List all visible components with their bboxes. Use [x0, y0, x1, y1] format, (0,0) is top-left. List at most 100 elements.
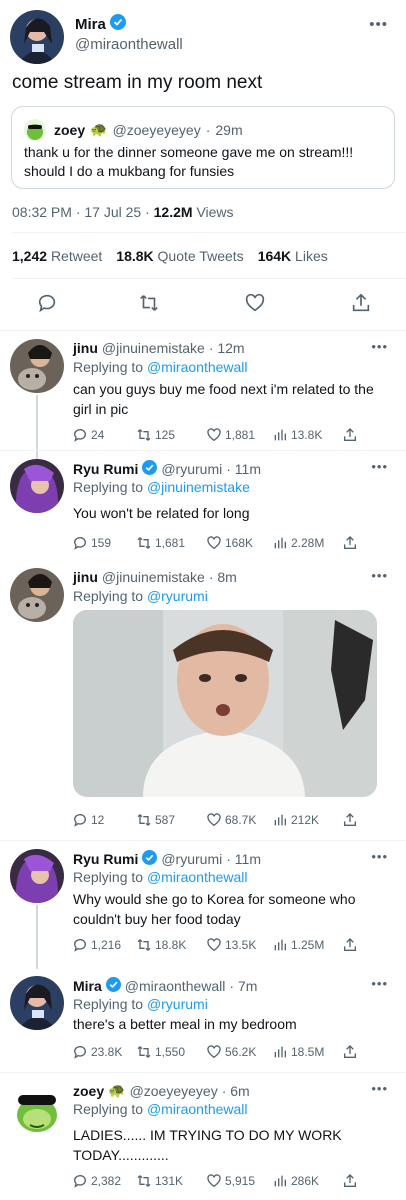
replying-to-link[interactable]: @miraonthewall	[147, 1101, 248, 1117]
handle[interactable]: @zoeyeyeyey	[130, 1083, 218, 1099]
quoted-display-name: zoey	[54, 121, 86, 138]
divider	[12, 232, 406, 233]
turtle-emoji-icon: 🐢	[108, 1082, 126, 1098]
reply-button[interactable]: 1,216	[72, 937, 121, 953]
avatar[interactable]	[10, 339, 64, 393]
handle[interactable]: @ryurumi	[161, 851, 222, 867]
retweet-button[interactable]: 1,550	[136, 1044, 185, 1060]
views-button[interactable]: 1.25M	[272, 937, 324, 953]
like-button[interactable]: 168K	[206, 535, 253, 551]
reply-tweet[interactable]: Ryu Rumi @ryurumi · 11m ••• Replying to …	[0, 840, 406, 969]
more-options-icon[interactable]: •••	[371, 568, 388, 583]
timestamp: 08:32 PM · 17 Jul 25 ·	[12, 204, 154, 220]
verified-badge-icon	[142, 850, 158, 868]
replying-to-link[interactable]: @jinuinemistake	[147, 479, 250, 495]
display-name[interactable]: jinu	[73, 569, 98, 585]
share-icon[interactable]	[342, 1044, 358, 1060]
retweet-button[interactable]: 18.8K	[136, 937, 186, 953]
media-image[interactable]	[73, 610, 377, 797]
more-options-icon[interactable]: •••	[371, 459, 388, 474]
reply-button[interactable]: 12	[72, 812, 104, 828]
time: · 12m	[208, 340, 245, 356]
views-button[interactable]: 2.28M	[272, 535, 324, 551]
retweet-button[interactable]: 131K	[136, 1173, 183, 1189]
share-icon[interactable]	[342, 1173, 358, 1189]
reply-icon[interactable]	[36, 292, 58, 314]
more-options-icon[interactable]: •••	[371, 339, 388, 354]
avatar[interactable]	[10, 10, 64, 64]
display-name[interactable]: Ryu Rumi	[73, 461, 138, 477]
reply-button[interactable]: 24	[72, 427, 104, 443]
share-icon[interactable]	[342, 535, 358, 551]
reply-actions: 2,382 131K 5,915 286K	[72, 1173, 372, 1191]
handle[interactable]: @jinuinemistake	[102, 569, 205, 585]
thread-line	[36, 905, 38, 969]
reply-tweet[interactable]: zoey 🐢 @zoeyeyeyey · 6m ••• Replying to …	[0, 1072, 406, 1200]
thread-line	[36, 451, 38, 459]
tweet-meta: 08:32 PM · 17 Jul 25 · 12.2M Views	[12, 204, 234, 220]
reply-text: LADIES...... IM TRYING TO DO MY WORK TOD…	[73, 1127, 342, 1163]
like-button[interactable]: 1,881	[206, 427, 255, 443]
reply-button[interactable]: 23.8K	[72, 1044, 122, 1060]
quote-stat[interactable]: 18.8K Quote Tweets	[116, 248, 243, 264]
share-icon[interactable]	[342, 427, 358, 443]
reply-tweet[interactable]: jinu @jinuinemistake · 12m ••• Replying …	[0, 330, 406, 451]
avatar[interactable]	[10, 849, 64, 903]
retweet-stat[interactable]: 1,242 Retweet	[12, 248, 102, 264]
retweet-icon[interactable]	[138, 292, 160, 314]
avatar[interactable]	[10, 568, 64, 622]
views-count: 12.2M	[153, 204, 193, 220]
handle[interactable]: @ryurumi	[161, 461, 222, 477]
reply-actions: 24 125 1,881 13.8K	[72, 427, 372, 445]
like-button[interactable]: 68.7K	[206, 812, 256, 828]
views-button[interactable]: 286K	[272, 1173, 319, 1189]
main-tweet[interactable]: Mira @miraonthewall ••• come stream in m…	[0, 0, 406, 330]
share-icon[interactable]	[342, 812, 358, 828]
reply-tweet[interactable]: Ryu Rumi @ryurumi · 11m ••• Replying to …	[0, 450, 406, 560]
like-button[interactable]: 5,915	[206, 1173, 255, 1189]
verified-badge-icon	[142, 460, 158, 478]
handle[interactable]: @jinuinemistake	[102, 340, 205, 356]
tweet-text: come stream in my room next	[12, 72, 263, 93]
display-name[interactable]: Mira	[73, 978, 102, 994]
quoted-tweet[interactable]: zoey 🐢 @zoeyeyeyey · 29m thank u for the…	[11, 106, 395, 189]
views-button[interactable]: 18.5M	[272, 1044, 324, 1060]
retweet-button[interactable]: 587	[136, 812, 175, 828]
reply-text: You won't be related for long	[73, 505, 250, 521]
retweet-button[interactable]: 125	[136, 427, 175, 443]
handle[interactable]: @miraonthewall	[75, 36, 183, 53]
avatar[interactable]	[10, 459, 64, 513]
display-name[interactable]: jinu	[73, 340, 98, 356]
avatar[interactable]	[10, 976, 64, 1030]
display-name[interactable]: zoey	[73, 1083, 104, 1099]
like-icon[interactable]	[244, 292, 266, 314]
share-icon[interactable]	[342, 937, 358, 953]
replying-to-link[interactable]: @ryurumi	[147, 996, 208, 1012]
replying-to-link[interactable]: @miraonthewall	[147, 869, 248, 885]
display-name[interactable]: Mira	[75, 16, 106, 33]
reply-text: there's a better meal in my bedroom	[73, 1016, 297, 1032]
like-button[interactable]: 56.2K	[206, 1044, 256, 1060]
avatar[interactable]	[10, 1081, 64, 1135]
reply-button[interactable]: 2,382	[72, 1173, 121, 1189]
quoted-time: 29m	[215, 121, 243, 138]
share-icon[interactable]	[350, 292, 372, 314]
reply-tweet[interactable]: Mira @miraonthewall · 7m ••• Replying to…	[0, 968, 406, 1072]
reply-tweet[interactable]: jinu @jinuinemistake · 8m ••• Replying t…	[0, 560, 406, 840]
likes-stat[interactable]: 164K Likes	[258, 248, 328, 264]
more-options-icon[interactable]: •••	[371, 1081, 388, 1096]
like-button[interactable]: 13.5K	[206, 937, 256, 953]
more-options-icon[interactable]: •••	[371, 849, 388, 864]
display-name[interactable]: Ryu Rumi	[73, 851, 138, 867]
more-options-icon[interactable]: •••	[369, 16, 388, 33]
views-button[interactable]: 13.8K	[272, 427, 322, 443]
reply-button[interactable]: 159	[72, 535, 111, 551]
handle[interactable]: @miraonthewall	[125, 978, 226, 994]
more-options-icon[interactable]: •••	[371, 976, 388, 991]
replying-to-link[interactable]: @miraonthewall	[147, 359, 248, 375]
time: · 7m	[229, 978, 258, 994]
time: · 6m	[221, 1082, 250, 1099]
replying-to-link[interactable]: @ryurumi	[147, 588, 208, 604]
retweet-button[interactable]: 1,681	[136, 535, 185, 551]
views-button[interactable]: 212K	[272, 812, 319, 828]
